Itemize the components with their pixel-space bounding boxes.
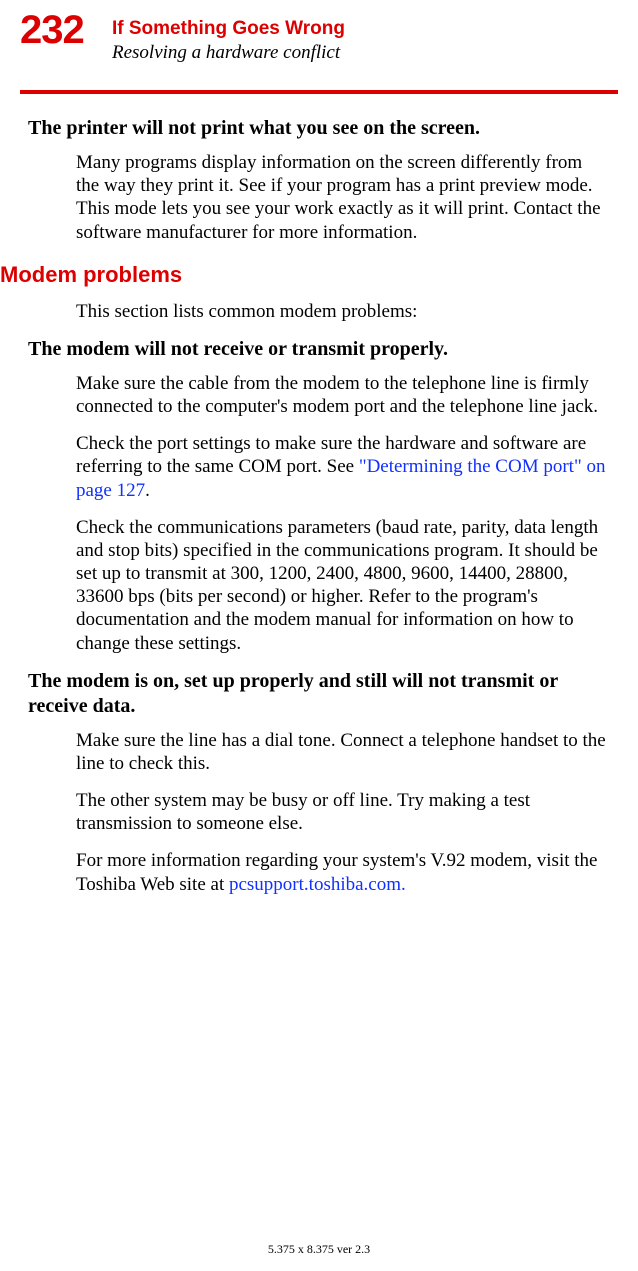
paragraph: Make sure the cable from the modem to th… bbox=[76, 372, 610, 418]
content-area: The printer will not print what you see … bbox=[0, 94, 638, 896]
external-link-toshiba[interactable]: pcsupport.toshiba.com. bbox=[229, 874, 406, 895]
issue-heading-modem-no-transmit: The modem is on, set up properly and sti… bbox=[28, 669, 610, 719]
paragraph: Check the communications parameters (bau… bbox=[76, 516, 610, 655]
section-subtitle: Resolving a hardware conflict bbox=[112, 42, 618, 64]
paragraph: The other system may be busy or off line… bbox=[76, 789, 610, 835]
indent-block: This section lists common modem problems… bbox=[76, 300, 610, 323]
page-number: 232 bbox=[20, 8, 84, 53]
page: 232 If Something Goes Wrong Resolving a … bbox=[0, 0, 638, 1271]
indent-block: Make sure the line has a dial tone. Conn… bbox=[76, 729, 610, 896]
paragraph: This section lists common modem problems… bbox=[76, 300, 610, 323]
issue-heading-modem-rx-tx: The modem will not receive or transmit p… bbox=[28, 337, 610, 362]
issue-heading-printer: The printer will not print what you see … bbox=[28, 116, 610, 141]
chapter-title: If Something Goes Wrong bbox=[112, 18, 618, 40]
paragraph: Check the port settings to make sure the… bbox=[76, 432, 610, 502]
paragraph: Many programs display information on the… bbox=[76, 151, 610, 244]
paragraph: For more information regarding your syst… bbox=[76, 849, 610, 895]
section-heading-modem: Modem problems bbox=[0, 262, 610, 288]
page-header: 232 If Something Goes Wrong Resolving a … bbox=[0, 0, 638, 64]
indent-block: Many programs display information on the… bbox=[76, 151, 610, 244]
page-footer: 5.375 x 8.375 ver 2.3 bbox=[0, 1242, 638, 1257]
text-run: . bbox=[145, 480, 150, 501]
paragraph: Make sure the line has a dial tone. Conn… bbox=[76, 729, 610, 775]
indent-block: Make sure the cable from the modem to th… bbox=[76, 372, 610, 655]
